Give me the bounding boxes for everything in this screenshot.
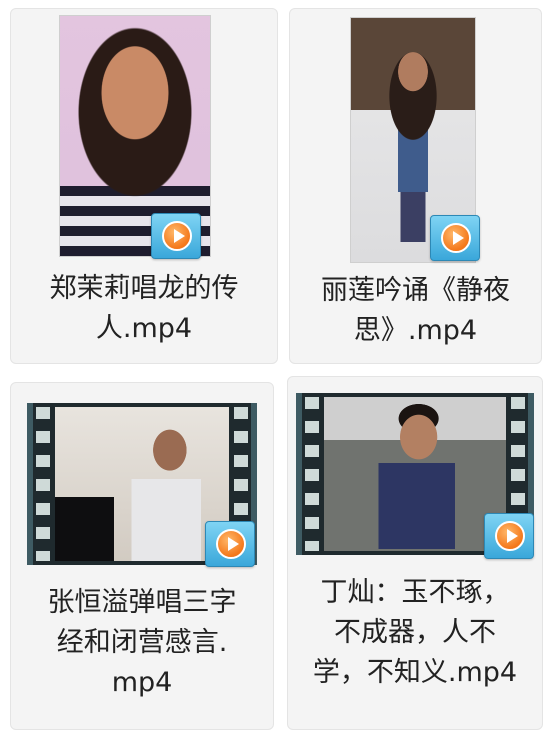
film-sprocket-holes [305, 397, 319, 551]
play-icon [151, 213, 201, 259]
file-name-line: 思》.mp4 [353, 315, 478, 346]
play-icon [430, 215, 480, 261]
file-name-label: 郑茉莉唱龙的传 人.mp4 [11, 269, 277, 349]
file-name-line: 郑茉莉唱龙的传 [49, 273, 239, 304]
video-thumbnail [324, 397, 506, 551]
film-sprocket-holes [36, 407, 50, 561]
file-name-line: mp4 [111, 667, 173, 698]
file-name-line: 丁灿：玉不琢， [320, 577, 510, 608]
file-icon-grid: 郑茉莉唱龙的传 人.mp4 丽莲吟诵《静夜 思》.mp4 张恒溢弹唱三字 经和闭… [0, 0, 550, 736]
file-name-line: 人.mp4 [95, 313, 193, 344]
file-name-label: 丁灿：玉不琢， 不成器，人不 学，不知义.mp4 [288, 573, 542, 693]
video-file-item[interactable]: 丽莲吟诵《静夜 思》.mp4 [289, 8, 542, 364]
video-thumbnail [55, 407, 229, 561]
video-file-item[interactable]: 张恒溢弹唱三字 经和闭营感言. mp4 [10, 382, 274, 730]
play-icon [205, 521, 255, 567]
play-icon [484, 513, 534, 559]
file-name-line: 经和闭营感言. [56, 627, 228, 658]
file-name-line: 丽莲吟诵《静夜 [321, 275, 510, 306]
file-name-line: 学，不知义.mp4 [312, 657, 518, 688]
file-name-label: 张恒溢弹唱三字 经和闭营感言. mp4 [11, 583, 273, 703]
video-file-item[interactable]: 丁灿：玉不琢， 不成器，人不 学，不知义.mp4 [287, 376, 543, 730]
file-name-line: 不成器，人不 [334, 617, 496, 648]
file-name-label: 丽莲吟诵《静夜 思》.mp4 [290, 271, 541, 351]
file-name-line: 张恒溢弹唱三字 [47, 587, 237, 618]
video-file-item[interactable]: 郑茉莉唱龙的传 人.mp4 [10, 8, 278, 364]
